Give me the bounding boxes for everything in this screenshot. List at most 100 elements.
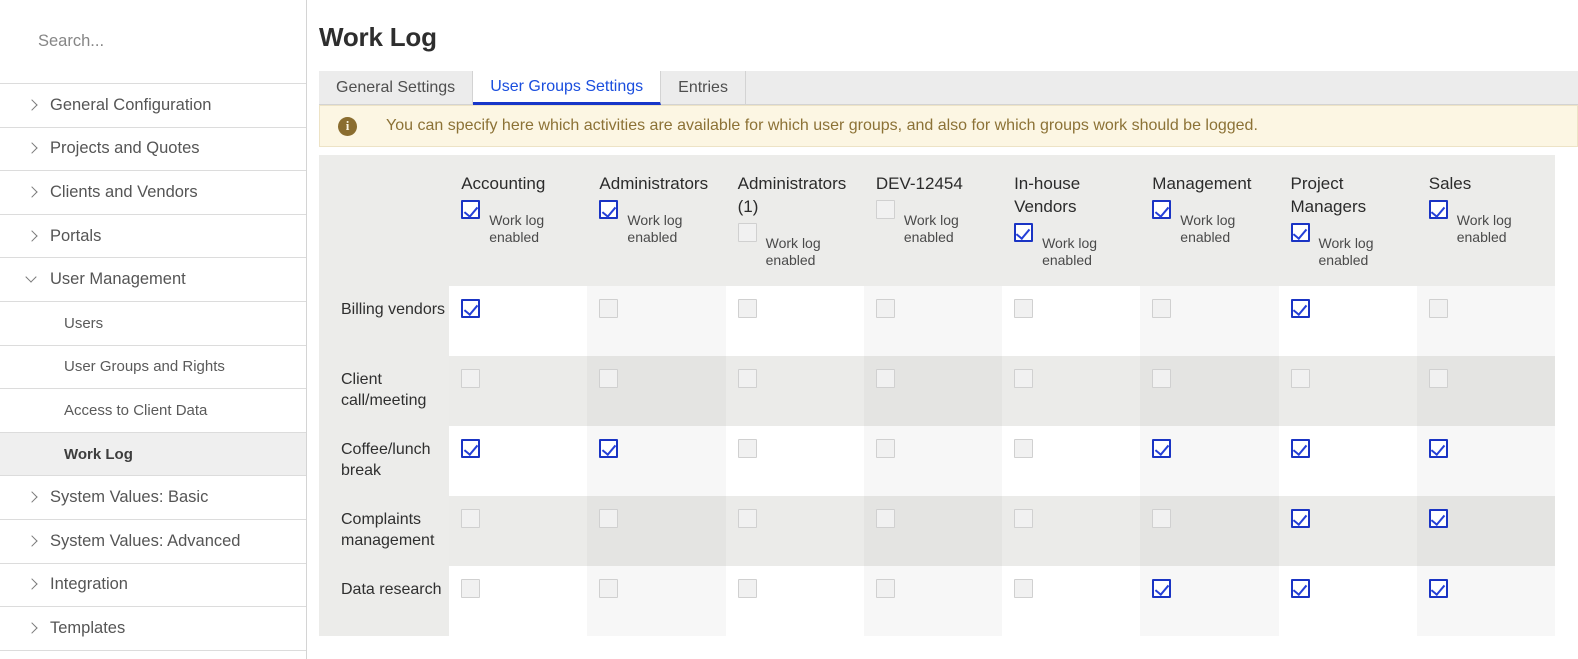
activity-group-checkbox[interactable]: [1152, 438, 1172, 458]
matrix-cell[interactable]: [449, 285, 588, 356]
tab-user-groups-settings[interactable]: User Groups Settings: [473, 71, 662, 105]
work-log-enabled-checkbox[interactable]: [1152, 199, 1172, 219]
matrix-cell[interactable]: [1002, 285, 1141, 356]
activity-group-checkbox[interactable]: [1014, 298, 1034, 318]
work-log-enabled-checkbox[interactable]: [599, 199, 619, 219]
matrix-cell[interactable]: [1416, 285, 1555, 356]
work-log-enabled-checkbox[interactable]: [737, 222, 757, 242]
matrix-cell[interactable]: [1278, 425, 1417, 496]
matrix-cell[interactable]: [587, 425, 726, 496]
sidebar-item-user-groups-and-rights[interactable]: User Groups and Rights: [0, 346, 306, 390]
activity-group-checkbox[interactable]: [875, 368, 895, 388]
activity-group-checkbox[interactable]: [737, 438, 757, 458]
matrix-cell[interactable]: [725, 565, 864, 636]
matrix-cell[interactable]: [1278, 285, 1417, 356]
activity-group-checkbox[interactable]: [461, 578, 481, 598]
work-log-enabled-checkbox[interactable]: [1014, 222, 1034, 242]
matrix-cell[interactable]: [1278, 355, 1417, 426]
activity-group-checkbox[interactable]: [875, 508, 895, 528]
matrix-cell[interactable]: [1002, 355, 1141, 426]
activity-group-checkbox[interactable]: [461, 508, 481, 528]
matrix-cell[interactable]: [449, 425, 588, 496]
sidebar-item-clients-and-vendors[interactable]: Clients and Vendors: [0, 171, 306, 215]
matrix-cell[interactable]: [1140, 565, 1279, 636]
activity-group-checkbox[interactable]: [599, 508, 619, 528]
activity-group-checkbox[interactable]: [599, 368, 619, 388]
sidebar-item-integration[interactable]: Integration: [0, 564, 306, 608]
matrix-cell[interactable]: [863, 425, 1003, 496]
activity-group-checkbox[interactable]: [1014, 508, 1034, 528]
matrix-cell[interactable]: [863, 355, 1003, 426]
matrix-cell[interactable]: [1140, 355, 1279, 426]
activity-group-checkbox[interactable]: [1290, 508, 1310, 528]
work-log-enabled-checkbox[interactable]: [875, 199, 895, 219]
matrix-cell[interactable]: [449, 355, 588, 426]
activity-group-checkbox[interactable]: [737, 368, 757, 388]
activity-group-checkbox[interactable]: [875, 578, 895, 598]
activity-group-checkbox[interactable]: [1014, 578, 1034, 598]
matrix-cell[interactable]: [725, 285, 864, 356]
activity-group-checkbox[interactable]: [1014, 368, 1034, 388]
activity-group-checkbox[interactable]: [875, 438, 895, 458]
matrix-cell[interactable]: [1278, 565, 1417, 636]
activity-group-checkbox[interactable]: [737, 578, 757, 598]
matrix-cell[interactable]: [587, 355, 726, 426]
matrix-cell[interactable]: [587, 285, 726, 356]
sidebar-item-portals[interactable]: Portals: [0, 215, 306, 259]
activity-group-checkbox[interactable]: [737, 508, 757, 528]
activity-group-checkbox[interactable]: [1428, 508, 1448, 528]
matrix-cell[interactable]: [725, 425, 864, 496]
activity-group-checkbox[interactable]: [737, 298, 757, 318]
matrix-cell[interactable]: [1416, 565, 1555, 636]
activity-group-checkbox[interactable]: [1152, 578, 1172, 598]
search-input[interactable]: [38, 32, 278, 51]
matrix-cell[interactable]: [1416, 355, 1555, 426]
matrix-cell[interactable]: [587, 565, 726, 636]
matrix-cell[interactable]: [587, 495, 726, 566]
work-log-enabled-checkbox[interactable]: [1290, 222, 1310, 242]
tab-entries[interactable]: Entries: [661, 71, 746, 104]
activity-group-checkbox[interactable]: [1290, 578, 1310, 598]
activity-group-checkbox[interactable]: [1428, 298, 1448, 318]
activity-group-checkbox[interactable]: [1428, 368, 1448, 388]
activity-group-checkbox[interactable]: [599, 438, 619, 458]
activity-group-checkbox[interactable]: [461, 298, 481, 318]
activity-group-checkbox[interactable]: [1290, 298, 1310, 318]
activity-group-checkbox[interactable]: [599, 578, 619, 598]
sidebar-item-user-management[interactable]: User Management: [0, 258, 306, 302]
sidebar-item-projects-and-quotes[interactable]: Projects and Quotes: [0, 128, 306, 172]
matrix-cell[interactable]: [725, 495, 864, 566]
matrix-cell[interactable]: [1002, 565, 1141, 636]
matrix-cell[interactable]: [1140, 285, 1279, 356]
activity-group-checkbox[interactable]: [1290, 438, 1310, 458]
matrix-cell[interactable]: [449, 495, 588, 566]
activity-group-checkbox[interactable]: [461, 368, 481, 388]
activity-group-checkbox[interactable]: [1152, 298, 1172, 318]
work-log-enabled-checkbox[interactable]: [461, 199, 481, 219]
matrix-cell[interactable]: [1002, 495, 1141, 566]
matrix-cell[interactable]: [1278, 495, 1417, 566]
sidebar-item-work-log[interactable]: Work Log: [0, 432, 306, 477]
activity-group-checkbox[interactable]: [1152, 368, 1172, 388]
sidebar-item-users[interactable]: Users: [0, 302, 306, 346]
activity-group-checkbox[interactable]: [1014, 438, 1034, 458]
matrix-cell[interactable]: [725, 355, 864, 426]
sidebar-item-access-to-client-data[interactable]: Access to Client Data: [0, 389, 306, 433]
sidebar-item-system-values-basic[interactable]: System Values: Basic: [0, 476, 306, 520]
activity-group-checkbox[interactable]: [461, 438, 481, 458]
activity-group-checkbox[interactable]: [1428, 578, 1448, 598]
matrix-cell[interactable]: [1002, 425, 1141, 496]
activity-group-checkbox[interactable]: [1428, 438, 1448, 458]
sidebar-item-templates[interactable]: Templates: [0, 607, 306, 651]
matrix-cell[interactable]: [449, 565, 588, 636]
matrix-cell[interactable]: [1140, 425, 1279, 496]
work-log-enabled-checkbox[interactable]: [1428, 199, 1448, 219]
activity-group-checkbox[interactable]: [1290, 368, 1310, 388]
tab-general-settings[interactable]: General Settings: [319, 71, 474, 104]
matrix-cell[interactable]: [1140, 495, 1279, 566]
sidebar-item-system-values-advanced[interactable]: System Values: Advanced: [0, 520, 306, 564]
activity-group-checkbox[interactable]: [875, 298, 895, 318]
matrix-cell[interactable]: [1416, 425, 1555, 496]
matrix-cell[interactable]: [1416, 495, 1555, 566]
sidebar-item-general-configuration[interactable]: General Configuration: [0, 84, 306, 128]
